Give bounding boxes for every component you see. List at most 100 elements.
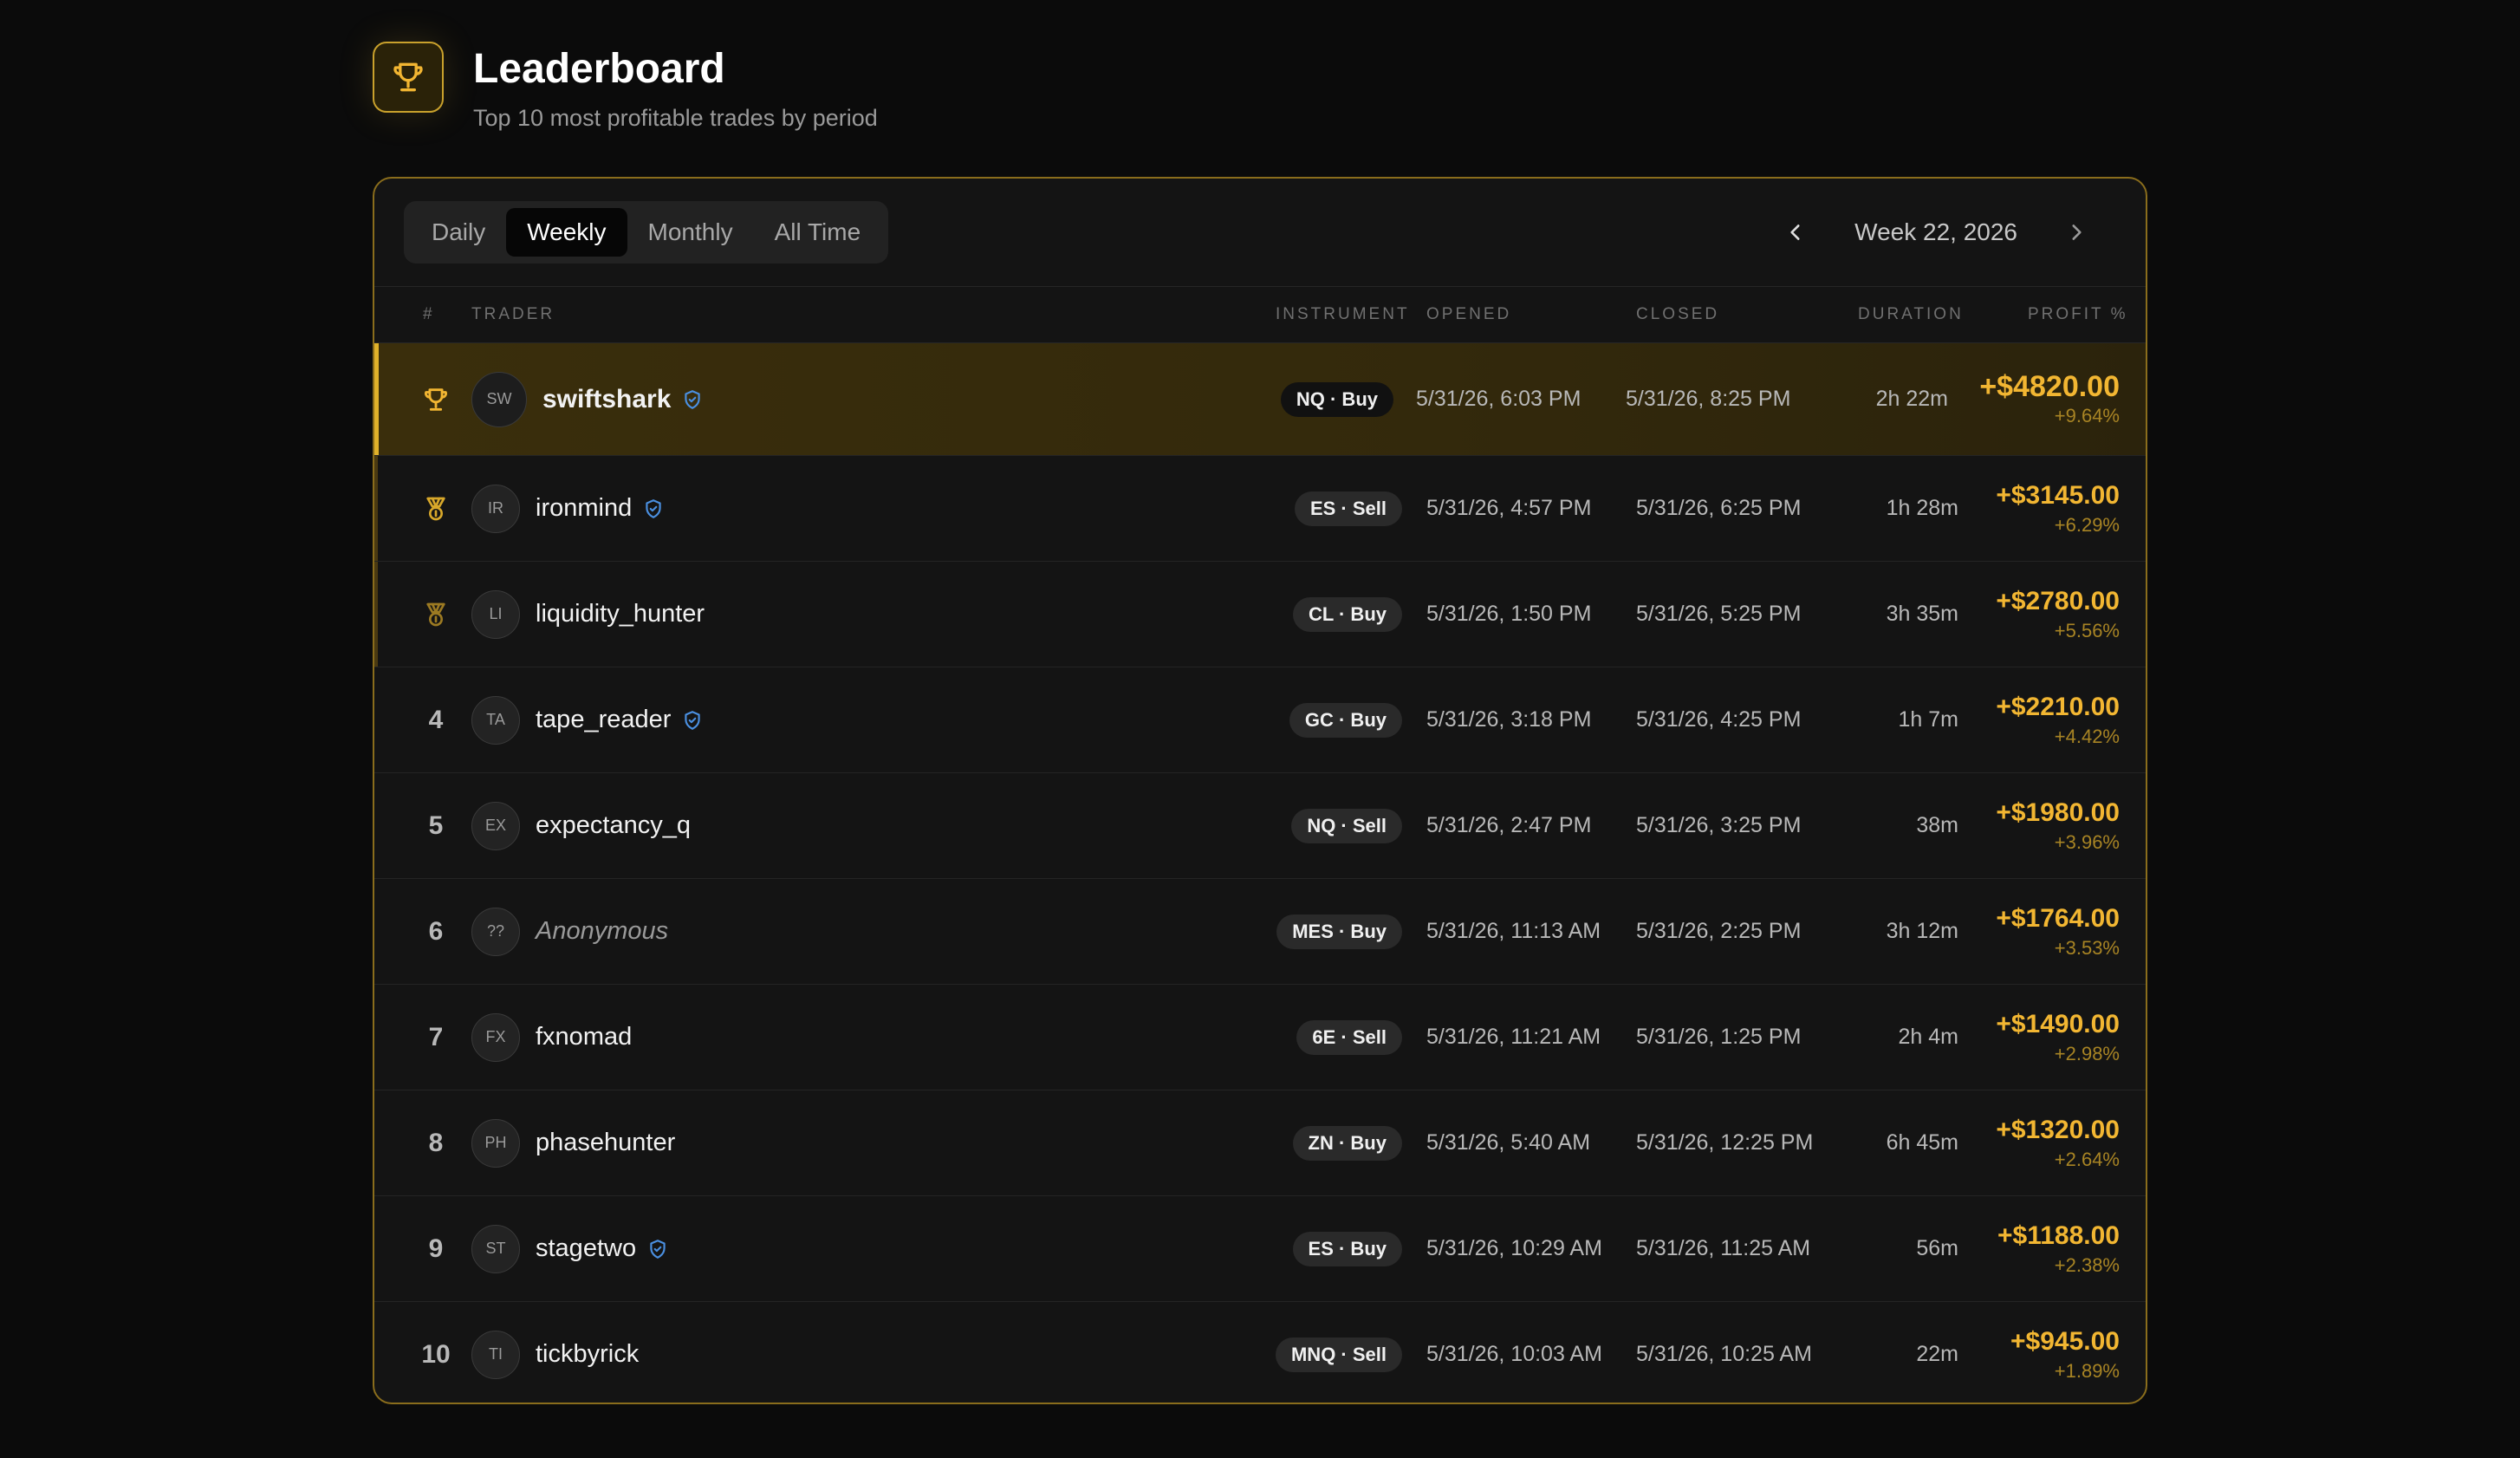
table-row[interactable]: 6?? Anonymous MES · Buy 5/31/26, 11:13 AM 5/… bbox=[374, 879, 2146, 985]
avatar[interactable]: LI bbox=[471, 589, 520, 639]
instrument-badge: MES · Buy bbox=[1276, 914, 1402, 949]
trade-duration: 22m bbox=[1916, 1342, 1958, 1366]
closed-time: 5/31/26, 10:25 AM bbox=[1636, 1342, 1812, 1366]
trader-name-label: tickbyrick bbox=[536, 1340, 640, 1368]
profit-cell: +$2210.00 +4.42% bbox=[1996, 667, 2120, 772]
opened-time: 5/31/26, 1:50 PM bbox=[1426, 602, 1592, 626]
table-row[interactable]: 10 TI tickbyrick MNQ · Sell 5/31/26, 10:03 A… bbox=[374, 1302, 2146, 1403]
rank-accent bbox=[374, 456, 378, 561]
opened-time: 5/31/26, 2:47 PM bbox=[1426, 813, 1592, 837]
rank-accent bbox=[374, 879, 379, 984]
period-navigator: Week 22, 2026 bbox=[1771, 201, 2101, 264]
tab-monthly[interactable]: Monthly bbox=[627, 208, 754, 257]
instrument-badge: ES · Sell bbox=[1294, 491, 1402, 526]
toolbar: Daily Weekly Monthly All Time Week 22, 2… bbox=[374, 179, 2146, 286]
profit-percent: +1.89% bbox=[2054, 1359, 2120, 1382]
profit-percent: +2.98% bbox=[2054, 1042, 2120, 1064]
profit-percent: +6.29% bbox=[2054, 513, 2120, 536]
trade-duration: 2h 4m bbox=[1898, 1025, 1958, 1049]
tab-daily[interactable]: Daily bbox=[411, 208, 506, 257]
profit-percent: +9.64% bbox=[2054, 404, 2120, 426]
profit-cell: +$1490.00 +2.98% bbox=[1996, 985, 2120, 1090]
col-profit: PROFIT % bbox=[2028, 305, 2128, 323]
col-closed: CLOSED bbox=[1636, 305, 1720, 323]
table-row[interactable]: SW swiftshark NQ · Buy 5/31/26, 6:03 PM 5/31… bbox=[374, 343, 2146, 456]
trader-name[interactable]: Anonymous bbox=[536, 879, 668, 984]
profit-amount: +$2210.00 bbox=[1996, 692, 2120, 721]
closed-time: 5/31/26, 5:25 PM bbox=[1636, 602, 1802, 626]
table-row[interactable]: IR ironmind ES · Sell 5/31/26, 4:57 PM 5/31/… bbox=[374, 456, 2146, 562]
avatar[interactable]: SW bbox=[471, 371, 527, 427]
table-row[interactable]: 5 EX expectancy_q NQ · Sell 5/31/26, 2:47 PM… bbox=[374, 773, 2146, 879]
tab-weekly[interactable]: Weekly bbox=[506, 208, 627, 257]
opened-time: 5/31/26, 10:29 AM bbox=[1426, 1236, 1602, 1260]
table-row[interactable]: 7 FX fxnomad 6E · Sell 5/31/26, 11:21 AM 5/31… bbox=[374, 985, 2146, 1090]
instrument-badge: MNQ · Sell bbox=[1275, 1337, 1402, 1372]
rank-accent bbox=[374, 343, 379, 455]
profit-amount: +$1490.00 bbox=[1996, 1009, 2120, 1038]
profit-percent: +2.64% bbox=[2054, 1148, 2120, 1170]
trade-duration: 3h 35m bbox=[1886, 602, 1958, 626]
profit-percent: +5.56% bbox=[2054, 619, 2120, 641]
rank-accent bbox=[374, 562, 378, 667]
trader-name[interactable]: phasehunter bbox=[536, 1090, 675, 1195]
profit-cell: +$945.00 +1.89% bbox=[2010, 1302, 2120, 1403]
opened-time: 5/31/26, 3:18 PM bbox=[1426, 707, 1592, 732]
trader-name[interactable]: expectancy_q bbox=[536, 773, 691, 878]
profit-amount: +$1764.00 bbox=[1996, 903, 2120, 933]
avatar[interactable]: ST bbox=[471, 1224, 520, 1273]
avatar[interactable]: FX bbox=[471, 1012, 520, 1062]
avatar[interactable]: TA bbox=[471, 695, 520, 745]
trader-name-label: expectancy_q bbox=[536, 811, 691, 839]
period-label: Week 22, 2026 bbox=[1854, 218, 2017, 245]
tab-all-time[interactable]: All Time bbox=[754, 208, 882, 257]
instrument-badge: NQ · Sell bbox=[1291, 808, 1402, 843]
rank-number: 7 bbox=[428, 1022, 444, 1051]
trade-duration: 3h 12m bbox=[1886, 919, 1958, 943]
avatar[interactable]: EX bbox=[471, 801, 520, 850]
profit-percent: +3.53% bbox=[2054, 936, 2120, 959]
table-row[interactable]: LI liquidity_hunter CL · Buy 5/31/26, 1:50 … bbox=[374, 562, 2146, 667]
closed-time: 5/31/26, 12:25 PM bbox=[1636, 1130, 1814, 1155]
closed-time: 5/31/26, 3:25 PM bbox=[1636, 813, 1802, 837]
trader-name[interactable]: swiftshark bbox=[542, 343, 704, 455]
table-row[interactable]: 8 PH phasehunter ZN · Buy 5/31/26, 5:40 AM 5/… bbox=[374, 1090, 2146, 1196]
closed-time: 5/31/26, 1:25 PM bbox=[1636, 1025, 1802, 1049]
closed-time: 5/31/26, 2:25 PM bbox=[1636, 919, 1802, 943]
avatar[interactable]: PH bbox=[471, 1118, 520, 1168]
trader-name[interactable]: tickbyrick bbox=[536, 1302, 640, 1403]
rank-number: 4 bbox=[428, 705, 444, 734]
avatar[interactable]: TI bbox=[471, 1330, 520, 1379]
chevron-left-icon[interactable] bbox=[1771, 208, 1820, 257]
trader-name[interactable]: stagetwo bbox=[536, 1196, 669, 1301]
trader-name[interactable]: ironmind bbox=[536, 456, 665, 561]
profit-percent: +2.38% bbox=[2054, 1253, 2120, 1276]
instrument-badge: CL · Buy bbox=[1292, 596, 1402, 632]
table-row[interactable]: 9 ST stagetwo ES · Buy 5/31/26, 10:29 AM 5/31… bbox=[374, 1196, 2146, 1302]
trader-name[interactable]: tape_reader bbox=[536, 667, 704, 772]
chevron-right-icon[interactable] bbox=[2052, 208, 2101, 257]
table-header: # TRADER INSTRUMENT OPENED CLOSED DURATI… bbox=[374, 286, 2146, 343]
period-tabs: Daily Weekly Monthly All Time bbox=[404, 201, 889, 264]
instrument-badge: ZN · Buy bbox=[1292, 1125, 1402, 1161]
rank-number: 5 bbox=[428, 810, 444, 840]
trader-name[interactable]: liquidity_hunter bbox=[536, 562, 705, 667]
col-trader: TRADER bbox=[471, 305, 555, 323]
verified-shield-icon bbox=[646, 1238, 669, 1260]
profit-amount: +$1188.00 bbox=[1997, 1220, 2120, 1250]
avatar[interactable]: ?? bbox=[471, 907, 520, 956]
profit-percent: +4.42% bbox=[2054, 725, 2120, 747]
profit-cell: +$1320.00 +2.64% bbox=[1996, 1090, 2120, 1195]
table-row[interactable]: 4 TA tape_reader GC · Buy 5/31/26, 3:18 PM 5/… bbox=[374, 667, 2146, 773]
trader-name-label: ironmind bbox=[536, 494, 633, 522]
rank-accent bbox=[374, 773, 379, 878]
trader-name-label: fxnomad bbox=[536, 1023, 633, 1051]
profit-percent: +3.96% bbox=[2054, 830, 2120, 853]
trader-name[interactable]: fxnomad bbox=[536, 985, 632, 1090]
profit-amount: +$2780.00 bbox=[1996, 586, 2120, 615]
profit-amount: +$3145.00 bbox=[1996, 480, 2120, 510]
closed-time: 5/31/26, 11:25 AM bbox=[1636, 1236, 1811, 1260]
trade-duration: 6h 45m bbox=[1886, 1130, 1958, 1155]
col-instrument: INSTRUMENT bbox=[1276, 305, 1410, 323]
avatar[interactable]: IR bbox=[471, 484, 520, 533]
